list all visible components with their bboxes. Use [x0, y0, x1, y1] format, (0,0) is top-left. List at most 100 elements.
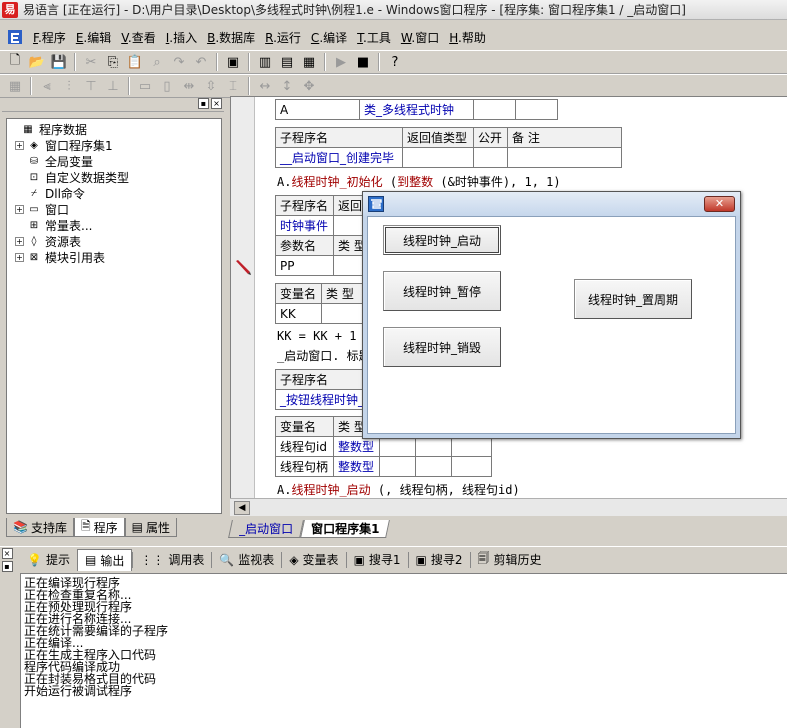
- panel-close-icon[interactable]: ×: [211, 98, 222, 109]
- undo-icon[interactable]: ↶: [190, 52, 212, 72]
- expand-icon[interactable]: +: [15, 204, 24, 214]
- tree-item[interactable]: ⊡ 自定义数据类型: [9, 169, 221, 185]
- start-clock-button[interactable]: 线程时钟_启动: [383, 225, 501, 255]
- center-v-icon[interactable]: ↔: [254, 76, 276, 96]
- tree-item[interactable]: ⌿ Dll命令: [9, 185, 221, 201]
- tab-properties[interactable]: ▤ 属性: [124, 518, 177, 537]
- empty-cell[interactable]: [451, 436, 492, 457]
- set-period-button[interactable]: 线程时钟_置周期: [574, 279, 692, 319]
- center-both-icon[interactable]: ↕: [276, 76, 298, 96]
- code-line-start[interactable]: A.线程时钟_启动 (, 线程句柄, 线程句id): [277, 481, 520, 498]
- pause-clock-button[interactable]: 线程时钟_暂停: [383, 271, 501, 311]
- redo-icon[interactable]: ↷: [168, 52, 190, 72]
- tree-item[interactable]: + ▭ 窗口: [9, 201, 221, 217]
- code-line-increment[interactable]: KK = KK + 1: [277, 329, 356, 343]
- layout-1-icon[interactable]: ▥: [254, 52, 276, 72]
- empty-cell[interactable]: [473, 99, 516, 120]
- same-height-icon[interactable]: ▯: [156, 76, 178, 96]
- same-width-icon[interactable]: ▭: [134, 76, 156, 96]
- preview-icon[interactable]: ▣: [222, 52, 244, 72]
- cut-icon[interactable]: ✂: [80, 52, 102, 72]
- empty-cell[interactable]: [507, 147, 622, 168]
- layout-3-icon[interactable]: ▦: [298, 52, 320, 72]
- layout-2-icon[interactable]: ▤: [276, 52, 298, 72]
- open-file-icon[interactable]: 📂: [26, 52, 48, 72]
- mdi-logo-icon[interactable]: [6, 28, 24, 46]
- empty-cell[interactable]: [379, 436, 416, 457]
- expand-icon[interactable]: +: [15, 236, 24, 246]
- empty-cell[interactable]: [379, 456, 416, 477]
- new-file-icon[interactable]: 🗋: [4, 52, 26, 72]
- var-type-cell[interactable]: 整数型: [333, 456, 380, 477]
- var-name-cell[interactable]: A: [275, 99, 360, 120]
- var-type-cell[interactable]: 类_多线程式时钟: [359, 99, 474, 120]
- menu-item-0[interactable]: F.程序: [28, 29, 71, 46]
- empty-cell[interactable]: [415, 436, 452, 457]
- save-icon[interactable]: 💾: [48, 52, 70, 72]
- empty-cell[interactable]: [473, 147, 508, 168]
- tab-search2[interactable]: ▣ 搜寻2: [409, 549, 470, 571]
- tree-item[interactable]: ⛁ 全局变量: [9, 153, 221, 169]
- space-v-icon[interactable]: ⇳: [200, 76, 222, 96]
- code-line-title[interactable]: _启动窗口. 标题: [277, 347, 371, 364]
- menu-item-9[interactable]: H.帮助: [444, 29, 491, 46]
- tab-search1[interactable]: ▣ 搜寻1: [347, 549, 408, 571]
- expand-icon[interactable]: +: [15, 140, 24, 150]
- var-name-cell[interactable]: 线程句柄: [275, 456, 334, 477]
- param-cell[interactable]: PP: [275, 255, 334, 276]
- menu-item-8[interactable]: W.窗口: [396, 29, 444, 46]
- paste-icon[interactable]: 📋: [124, 52, 146, 72]
- tab-window-module[interactable]: 窗口程序集1: [300, 520, 391, 538]
- debug-icon[interactable]: ?: [384, 52, 406, 72]
- stop-icon[interactable]: ■: [352, 52, 374, 72]
- copy-icon[interactable]: ⎘: [102, 52, 124, 72]
- tab-start-window[interactable]: _启动窗口: [228, 520, 304, 538]
- space-h-icon[interactable]: ⇹: [178, 76, 200, 96]
- var-name-cell[interactable]: 线程句id: [275, 436, 334, 457]
- tab-hint[interactable]: 💡 提示: [20, 549, 77, 571]
- tree-item[interactable]: + ⊠ 模块引用表: [9, 249, 221, 265]
- panel-float-icon[interactable]: ▪: [198, 98, 209, 109]
- var-name-cell[interactable]: KK: [275, 303, 322, 324]
- empty-cell[interactable]: [451, 456, 492, 477]
- output-float-icon[interactable]: ▪: [1, 560, 13, 572]
- menu-item-3[interactable]: I.插入: [161, 29, 202, 46]
- empty-cell[interactable]: [402, 147, 474, 168]
- code-line-init[interactable]: A.线程时钟_初始化 (到整数 (&时钟事件), 1, 1): [277, 173, 561, 190]
- align-center-icon[interactable]: ⫶: [58, 76, 80, 96]
- destroy-clock-button[interactable]: 线程时钟_销毁: [383, 327, 501, 367]
- running-window-titlebar[interactable]: ✕: [363, 192, 740, 216]
- tab-variables[interactable]: ◈ 变量表: [282, 549, 345, 571]
- output-log[interactable]: 正在编译现行程序 正在检查重复名称... 正在预处理现行程序 正在进行名称连接... 正…: [20, 573, 787, 728]
- menu-item-1[interactable]: E.编辑: [71, 29, 116, 46]
- menu-item-2[interactable]: V.查看: [116, 29, 161, 46]
- sub-name-cell[interactable]: _按钮线程时钟_: [275, 389, 376, 410]
- menu-item-4[interactable]: B.数据库: [202, 29, 260, 46]
- tab-output[interactable]: ▤ 输出: [76, 548, 133, 571]
- running-app-window[interactable]: ✕ 线程时钟_启动 线程时钟_暂停 线程时钟_销毁 线程时钟_置周期: [362, 191, 741, 439]
- tab-support-lib[interactable]: 📚 支持库: [6, 518, 74, 537]
- tab-watch[interactable]: 🔍 监视表: [212, 549, 281, 571]
- center-h-icon[interactable]: ⌶: [222, 76, 244, 96]
- tree-item[interactable]: ⊞ 常量表...: [9, 217, 221, 233]
- empty-cell[interactable]: [515, 99, 558, 120]
- tab-clip-history[interactable]: 🗐 剪辑历史: [471, 549, 549, 571]
- scroll-left-icon[interactable]: ◀: [234, 501, 250, 515]
- tab-call-stack[interactable]: ⋮⋮ 调用表: [133, 549, 211, 571]
- tab-order-icon[interactable]: ✥: [298, 76, 320, 96]
- var-type-cell[interactable]: 整数型: [333, 436, 380, 457]
- menu-item-6[interactable]: C.编译: [306, 29, 352, 46]
- tree-item[interactable]: + ◊ 资源表: [9, 233, 221, 249]
- tab-program[interactable]: 🗎 程序: [73, 518, 125, 537]
- expand-icon[interactable]: +: [15, 252, 24, 262]
- find-icon[interactable]: ⌕: [146, 52, 168, 72]
- run-icon[interactable]: ▶: [330, 52, 352, 72]
- menu-item-5[interactable]: R.运行: [260, 29, 306, 46]
- align-top-icon[interactable]: ⊤: [80, 76, 102, 96]
- sub-name-cell[interactable]: __启动窗口_创建完毕: [275, 147, 403, 168]
- empty-cell[interactable]: [415, 456, 452, 477]
- tree-item[interactable]: ▦ 程序数据: [9, 121, 221, 137]
- align-bottom-icon[interactable]: ⊥: [102, 76, 124, 96]
- align-grid-icon[interactable]: ▦: [4, 76, 26, 96]
- editor-hscrollbar[interactable]: ◀: [230, 498, 787, 516]
